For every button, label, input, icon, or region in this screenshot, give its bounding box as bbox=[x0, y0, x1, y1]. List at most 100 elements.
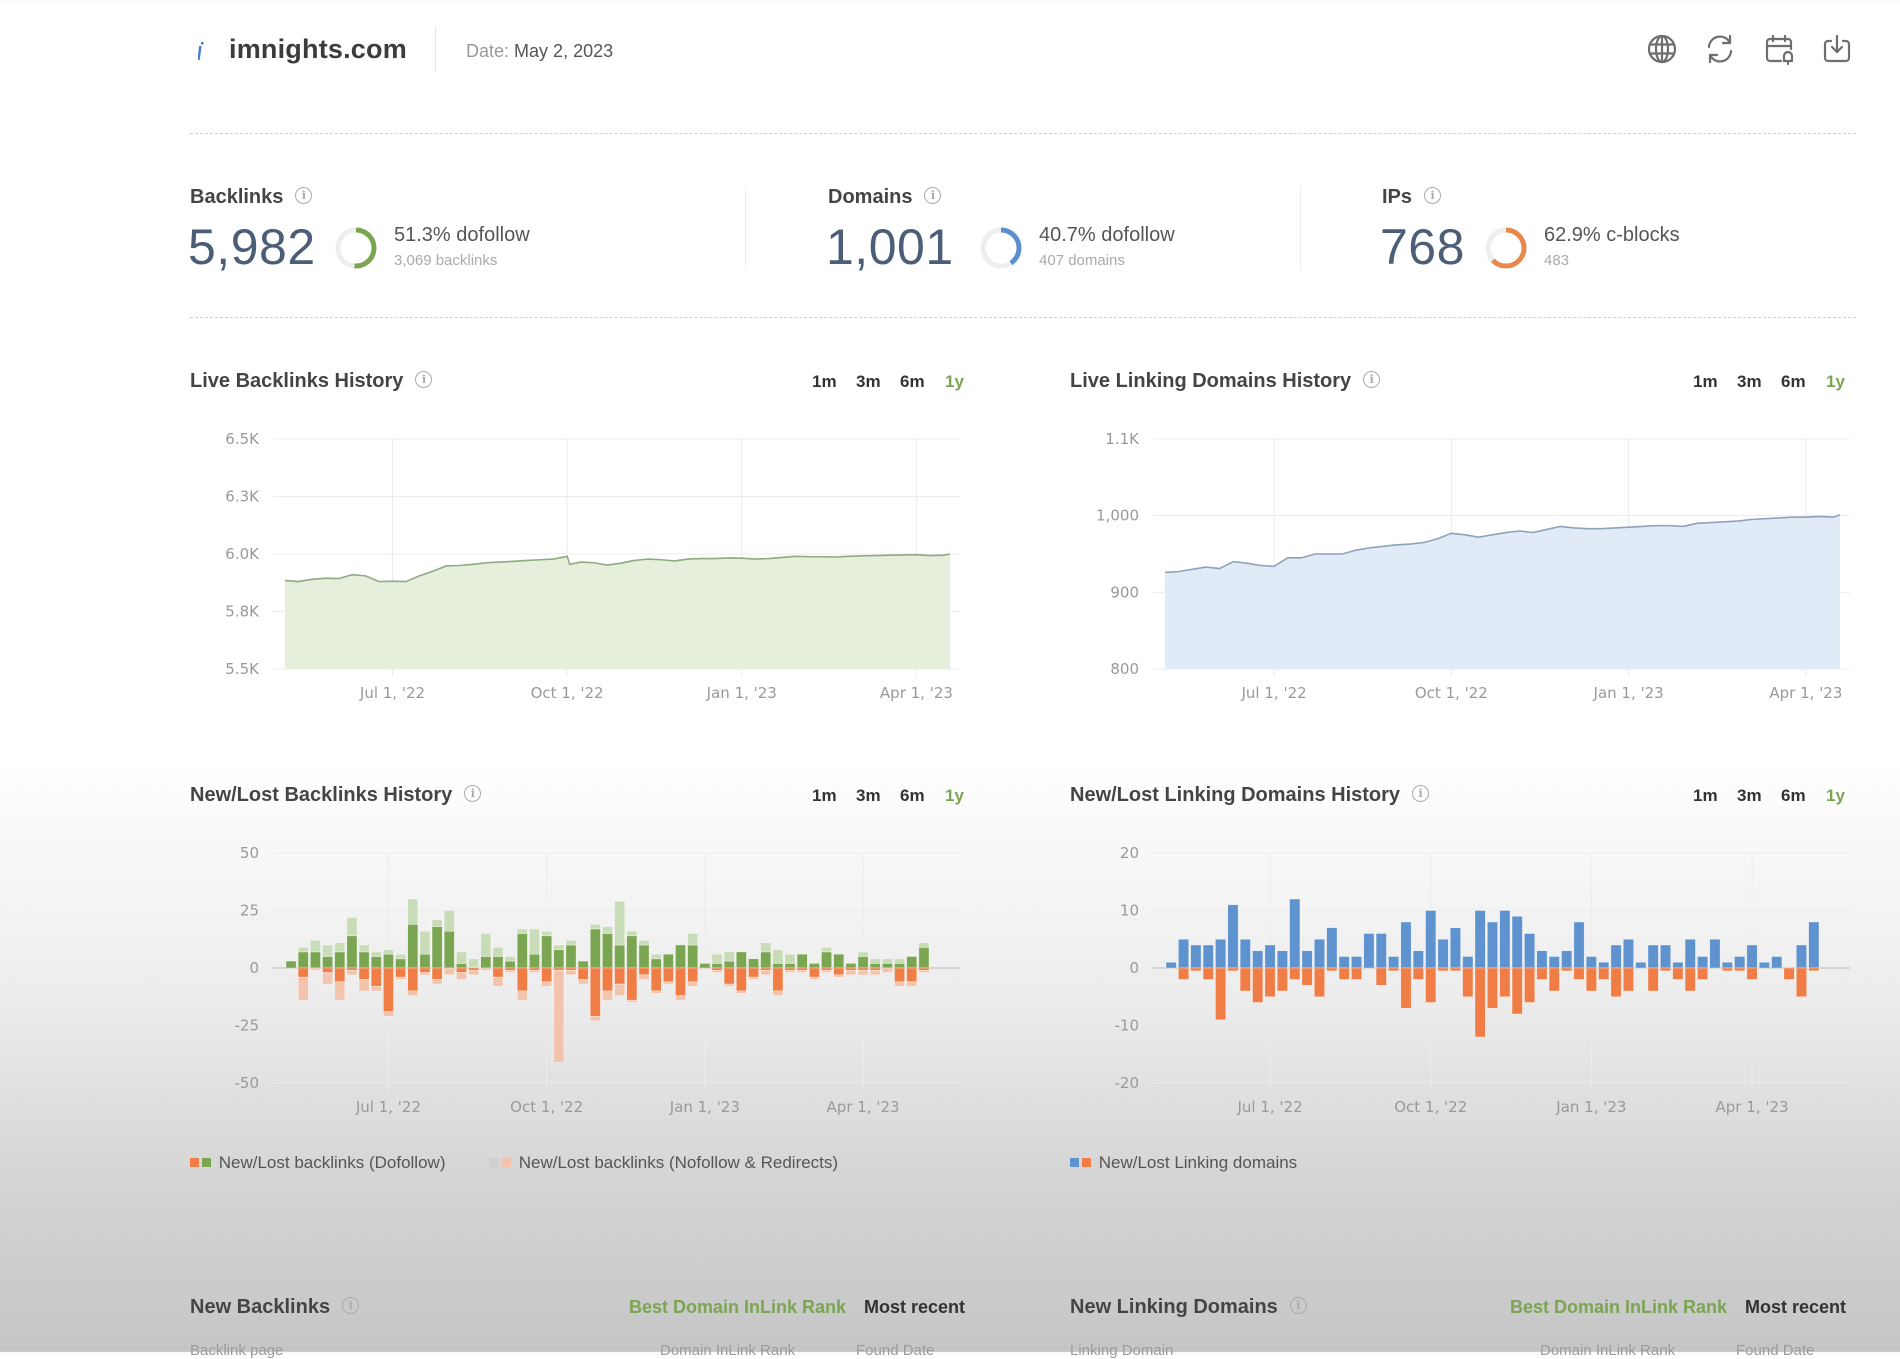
bar-lost-nofollow-redirects[interactable] bbox=[408, 991, 418, 996]
bar-lost-linking-domains[interactable] bbox=[1426, 968, 1436, 1003]
bar-new-linking-domains[interactable] bbox=[1747, 945, 1757, 968]
bar-new-linking-domains[interactable] bbox=[1401, 922, 1411, 968]
bar-new-dofollow[interactable] bbox=[627, 936, 637, 968]
bar-new-linking-domains[interactable] bbox=[1623, 939, 1633, 968]
bar-new-dofollow[interactable] bbox=[834, 954, 844, 968]
legend-nofollow[interactable]: New/Lost backlinks (Nofollow & Redirects… bbox=[490, 1153, 838, 1173]
bar-lost-nofollow-redirects[interactable] bbox=[432, 980, 442, 985]
bar-lost-nofollow-redirects[interactable] bbox=[371, 986, 381, 991]
bar-new-dofollow[interactable] bbox=[846, 963, 856, 968]
info-icon[interactable]: i bbox=[924, 187, 941, 204]
bar-new-nofollow-redirects[interactable] bbox=[724, 952, 734, 961]
bar-new-nofollow-redirects[interactable] bbox=[396, 954, 406, 959]
bar-new-nofollow-redirects[interactable] bbox=[602, 927, 612, 934]
range-6m[interactable]: 6m bbox=[1781, 786, 1806, 806]
bar-lost-nofollow-redirects[interactable] bbox=[420, 973, 430, 975]
bar-lost-linking-domains[interactable] bbox=[1228, 968, 1238, 971]
bar-new-dofollow[interactable] bbox=[761, 952, 771, 968]
bar-new-linking-domains[interactable] bbox=[1265, 945, 1275, 968]
bar-new-linking-domains[interactable] bbox=[1759, 962, 1769, 968]
bar-new-nofollow-redirects[interactable] bbox=[542, 931, 552, 936]
legend-dofollow[interactable]: New/Lost backlinks (Dofollow) bbox=[190, 1153, 445, 1173]
bar-lost-dofollow[interactable] bbox=[359, 968, 369, 980]
bar-lost-dofollow[interactable] bbox=[542, 968, 552, 982]
bar-new-dofollow[interactable] bbox=[310, 952, 320, 968]
column-header[interactable]: Domain InLink Rank bbox=[660, 1342, 795, 1359]
bar-new-linking-domains[interactable] bbox=[1722, 962, 1732, 968]
bar-new-nofollow-redirects[interactable] bbox=[882, 959, 892, 964]
bar-lost-linking-domains[interactable] bbox=[1438, 968, 1448, 971]
bar-new-dofollow[interactable] bbox=[505, 961, 515, 968]
bar-new-linking-domains[interactable] bbox=[1586, 957, 1596, 969]
bar-new-dofollow[interactable] bbox=[858, 957, 868, 969]
bar-lost-nofollow-redirects[interactable] bbox=[347, 970, 357, 975]
bar-new-dofollow[interactable] bbox=[797, 954, 807, 968]
bar-new-linking-domains[interactable] bbox=[1166, 962, 1176, 968]
bar-lost-linking-domains[interactable] bbox=[1475, 968, 1485, 1037]
column-header[interactable]: Backlink page bbox=[190, 1342, 283, 1359]
bar-lost-nofollow-redirects[interactable] bbox=[517, 991, 527, 1000]
bar-new-linking-domains[interactable] bbox=[1685, 939, 1695, 968]
bar-lost-dofollow[interactable] bbox=[688, 968, 698, 982]
bar-lost-dofollow[interactable] bbox=[748, 968, 758, 977]
bar-new-nofollow-redirects[interactable] bbox=[821, 947, 831, 952]
bar-lost-linking-domains[interactable] bbox=[1240, 968, 1250, 991]
bar-new-dofollow[interactable] bbox=[420, 954, 430, 968]
bar-new-linking-domains[interactable] bbox=[1388, 957, 1398, 969]
bar-new-dofollow[interactable] bbox=[870, 963, 880, 968]
bar-new-linking-domains[interactable] bbox=[1426, 911, 1436, 969]
bar-new-linking-domains[interactable] bbox=[1314, 939, 1324, 968]
bar-lost-dofollow[interactable] bbox=[712, 968, 722, 970]
bar-new-dofollow[interactable] bbox=[529, 954, 539, 968]
globe-icon[interactable] bbox=[1645, 32, 1679, 66]
bar-new-nofollow-redirects[interactable] bbox=[383, 950, 393, 955]
bar-lost-nofollow-redirects[interactable] bbox=[602, 991, 612, 1000]
bar-new-linking-domains[interactable] bbox=[1450, 928, 1460, 968]
bar-new-dofollow[interactable] bbox=[347, 936, 357, 968]
bar-lost-linking-domains[interactable] bbox=[1450, 968, 1460, 971]
bar-lost-dofollow[interactable] bbox=[870, 968, 880, 970]
bar-new-linking-domains[interactable] bbox=[1636, 962, 1646, 968]
bar-new-linking-domains[interactable] bbox=[1463, 957, 1473, 969]
bar-lost-dofollow[interactable] bbox=[420, 968, 430, 973]
bar-new-linking-domains[interactable] bbox=[1673, 962, 1683, 968]
bar-new-dofollow[interactable] bbox=[456, 963, 466, 968]
bar-lost-linking-domains[interactable] bbox=[1388, 968, 1398, 971]
bar-lost-linking-domains[interactable] bbox=[1561, 968, 1571, 971]
bar-new-linking-domains[interactable] bbox=[1697, 957, 1707, 969]
bar-lost-nofollow-redirects[interactable] bbox=[834, 975, 844, 977]
bar-new-linking-domains[interactable] bbox=[1240, 939, 1250, 968]
bar-lost-nofollow-redirects[interactable] bbox=[688, 982, 698, 987]
bar-lost-dofollow[interactable] bbox=[797, 968, 807, 970]
bar-lost-dofollow[interactable] bbox=[347, 968, 357, 970]
range-3m[interactable]: 3m bbox=[1737, 372, 1762, 392]
bar-new-nofollow-redirects[interactable] bbox=[639, 940, 649, 945]
bar-new-linking-domains[interactable] bbox=[1253, 951, 1263, 968]
bar-lost-dofollow[interactable] bbox=[907, 968, 917, 982]
bar-new-nofollow-redirects[interactable] bbox=[590, 924, 600, 929]
bar-new-nofollow-redirects[interactable] bbox=[761, 943, 771, 952]
bar-lost-nofollow-redirects[interactable] bbox=[383, 1012, 393, 1017]
bar-new-nofollow-redirects[interactable] bbox=[335, 943, 345, 952]
bar-lost-dofollow[interactable] bbox=[590, 968, 600, 1016]
bar-new-linking-domains[interactable] bbox=[1290, 899, 1300, 968]
bar-lost-dofollow[interactable] bbox=[298, 968, 308, 977]
bar-new-nofollow-redirects[interactable] bbox=[359, 945, 369, 952]
info-icon[interactable]: i bbox=[1412, 785, 1429, 802]
bar-new-nofollow-redirects[interactable] bbox=[529, 929, 539, 954]
bar-lost-linking-domains[interactable] bbox=[1697, 968, 1707, 980]
column-header[interactable]: Linking Domain bbox=[1070, 1342, 1173, 1359]
bar-new-nofollow-redirects[interactable] bbox=[651, 954, 661, 959]
bar-new-dofollow[interactable] bbox=[408, 924, 418, 968]
bar-new-nofollow-redirects[interactable] bbox=[712, 954, 722, 963]
refresh-icon[interactable] bbox=[1703, 32, 1737, 66]
bar-new-dofollow[interactable] bbox=[578, 961, 588, 968]
range-1m[interactable]: 1m bbox=[1693, 786, 1718, 806]
bar-lost-linking-domains[interactable] bbox=[1265, 968, 1275, 997]
bar-new-dofollow[interactable] bbox=[396, 959, 406, 968]
bar-lost-nofollow-redirects[interactable] bbox=[493, 977, 503, 986]
bar-lost-nofollow-redirects[interactable] bbox=[481, 968, 491, 970]
sort-most-recent-domains[interactable]: Most recent bbox=[1745, 1297, 1846, 1318]
bar-new-dofollow[interactable] bbox=[371, 957, 381, 969]
bar-lost-nofollow-redirects[interactable] bbox=[542, 982, 552, 987]
